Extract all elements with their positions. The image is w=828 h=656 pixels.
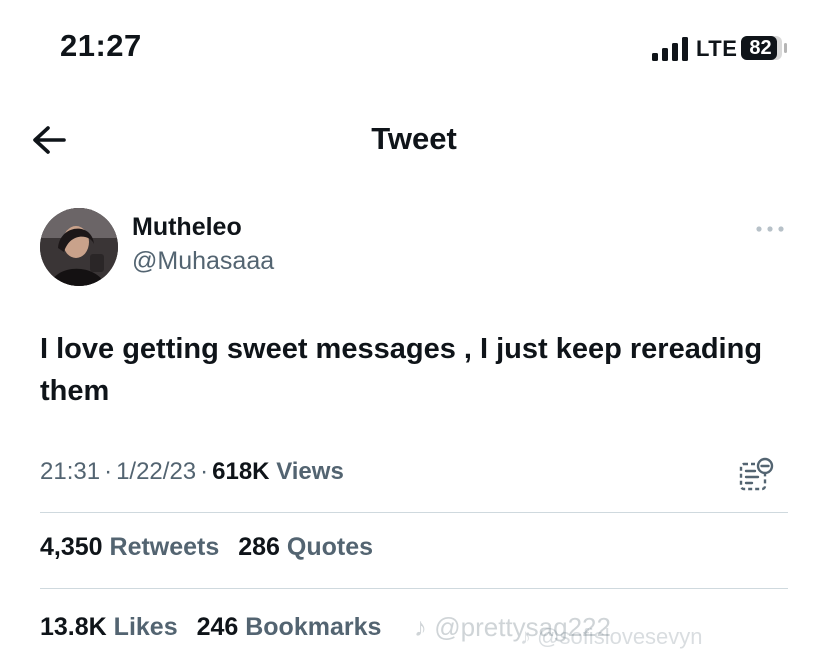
likes-count: 13.8K: [40, 613, 107, 641]
meta-separator: ·: [200, 458, 209, 485]
quotes-count: 286: [238, 533, 280, 561]
divider: [40, 588, 788, 589]
stats-row-engagement: 13.8K Likes 246 Bookmarks: [40, 613, 393, 642]
avatar[interactable]: [40, 208, 118, 286]
views-label: Views: [276, 458, 344, 485]
meta-separator: ·: [104, 458, 113, 485]
analytics-icon[interactable]: [738, 456, 774, 492]
quotes-label: Quotes: [286, 533, 374, 561]
tweet-text: I love getting sweet messages , I just k…: [40, 333, 763, 407]
retweets-count: 4,350: [40, 533, 103, 561]
likes-label: Likes: [113, 613, 178, 641]
watermark-text: @sofislovesevyn: [537, 624, 703, 649]
signal-icon: [652, 37, 688, 61]
quotes-stat[interactable]: 286 Quotes: [238, 533, 373, 562]
bookmarks-count: 246: [196, 613, 239, 641]
likes-stat[interactable]: 13.8K Likes: [40, 613, 178, 642]
tweet-meta: 21:31 · 1/22/23 · 618K Views: [40, 458, 344, 486]
status-time: 21:27: [60, 28, 142, 63]
display-name[interactable]: Mutheleo: [132, 213, 242, 242]
network-type: LTE: [696, 36, 738, 61]
bookmarks-stat[interactable]: 246 Bookmarks: [197, 613, 382, 642]
retweets-stat[interactable]: 4,350 Retweets: [40, 533, 219, 562]
retweets-label: Retweets: [109, 533, 220, 561]
tweet-date[interactable]: 1/22/23: [116, 458, 196, 485]
more-horizontal-icon[interactable]: [754, 222, 786, 236]
divider: [40, 512, 788, 513]
battery-indicator: 82: [740, 35, 788, 61]
page-title: Tweet: [371, 121, 457, 156]
tweet-time[interactable]: 21:31: [40, 458, 100, 485]
profile-photo: [40, 208, 118, 286]
battery-level: 82: [749, 36, 772, 59]
user-handle[interactable]: @Muhasaaa: [132, 247, 274, 276]
watermark-secondary: ♪ @sofislovesevyn: [520, 624, 703, 649]
views-count: 618K: [212, 458, 270, 485]
bookmarks-label: Bookmarks: [245, 613, 382, 641]
stats-row-shares: 4,350 Retweets 286 Quotes: [40, 533, 385, 562]
